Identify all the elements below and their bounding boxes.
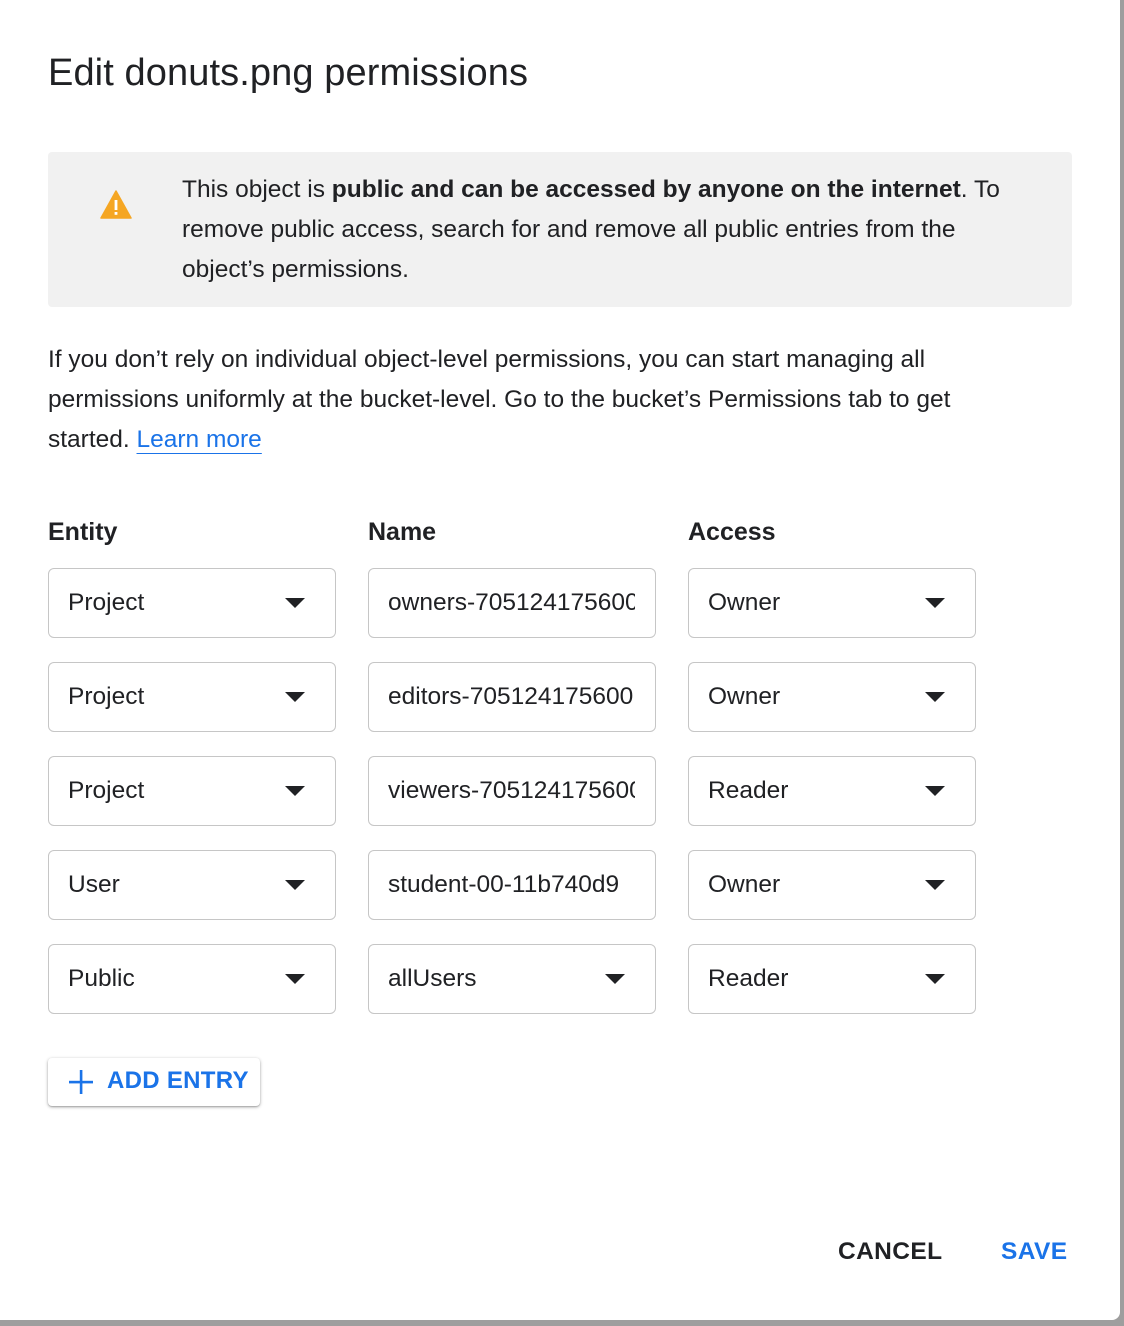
access-select-value: Owner bbox=[708, 589, 781, 616]
warning-icon bbox=[100, 190, 132, 219]
access-select-value: Reader bbox=[708, 965, 789, 992]
entity-column-header: Entity bbox=[48, 518, 118, 546]
plus-icon bbox=[69, 1070, 93, 1094]
entity-select[interactable]: Project bbox=[48, 662, 336, 732]
entity-select-value: Project bbox=[68, 683, 145, 710]
caret-down-icon bbox=[285, 880, 305, 890]
caret-down-icon bbox=[925, 974, 945, 984]
access-select-value: Owner bbox=[708, 683, 781, 710]
access-select[interactable]: Reader bbox=[688, 944, 976, 1014]
entity-select[interactable]: Public bbox=[48, 944, 336, 1014]
access-select[interactable]: Reader bbox=[688, 756, 976, 826]
entity-select[interactable]: User bbox=[48, 850, 336, 920]
entity-select-value: Project bbox=[68, 589, 145, 616]
access-select-value: Reader bbox=[708, 777, 789, 804]
entity-select[interactable]: Project bbox=[48, 568, 336, 638]
caret-down-icon bbox=[285, 692, 305, 702]
warning-message: This object is public and can be accesse… bbox=[182, 170, 1032, 290]
name-select-value: allUsers bbox=[388, 965, 477, 992]
add-entry-button[interactable]: ADD ENTRY bbox=[48, 1058, 260, 1106]
add-entry-label: ADD ENTRY bbox=[107, 1067, 249, 1094]
caret-down-icon bbox=[925, 692, 945, 702]
caret-down-icon bbox=[285, 598, 305, 608]
caret-down-icon bbox=[925, 598, 945, 608]
name-input[interactable]: owners-705124175600 bbox=[368, 568, 656, 638]
name-input-value: owners-705124175600 bbox=[388, 589, 635, 616]
warning-text-bold: public and can be accessed by anyone on … bbox=[331, 176, 961, 203]
caret-down-icon bbox=[925, 786, 945, 796]
access-column-header: Access bbox=[688, 518, 776, 546]
name-input[interactable]: viewers-705124175600 bbox=[368, 756, 656, 826]
access-select[interactable]: Owner bbox=[688, 850, 976, 920]
name-input[interactable]: editors-705124175600 bbox=[368, 662, 656, 732]
dialog-title: Edit donuts.png permissions bbox=[48, 52, 529, 94]
caret-down-icon bbox=[285, 974, 305, 984]
name-input-value: viewers-705124175600 bbox=[388, 777, 635, 804]
name-input-value: student-00-11b740d9 bbox=[388, 871, 620, 898]
caret-down-icon bbox=[925, 880, 945, 890]
access-select[interactable]: Owner bbox=[688, 568, 976, 638]
cancel-button[interactable]: CANCEL bbox=[838, 1238, 942, 1266]
name-input[interactable]: student-00-11b740d9 bbox=[368, 850, 656, 920]
permissions-dialog: Edit donuts.png permissions This object … bbox=[0, 0, 1120, 1320]
caret-down-icon bbox=[605, 974, 625, 984]
save-button[interactable]: SAVE bbox=[1001, 1238, 1068, 1266]
warning-text-before: This object is bbox=[182, 176, 332, 203]
entity-select[interactable]: Project bbox=[48, 756, 336, 826]
name-input-value: editors-705124175600 bbox=[388, 683, 634, 710]
entity-select-value: Project bbox=[68, 777, 145, 804]
entity-select-value: User bbox=[68, 871, 120, 898]
uniform-access-description: If you don’t rely on individual object-l… bbox=[48, 340, 1038, 460]
name-select[interactable]: allUsers bbox=[368, 944, 656, 1014]
access-select[interactable]: Owner bbox=[688, 662, 976, 732]
entity-select-value: Public bbox=[68, 965, 135, 992]
access-select-value: Owner bbox=[708, 871, 781, 898]
name-column-header: Name bbox=[368, 518, 437, 546]
caret-down-icon bbox=[285, 786, 305, 796]
learn-more-link[interactable]: Learn more bbox=[137, 426, 262, 453]
